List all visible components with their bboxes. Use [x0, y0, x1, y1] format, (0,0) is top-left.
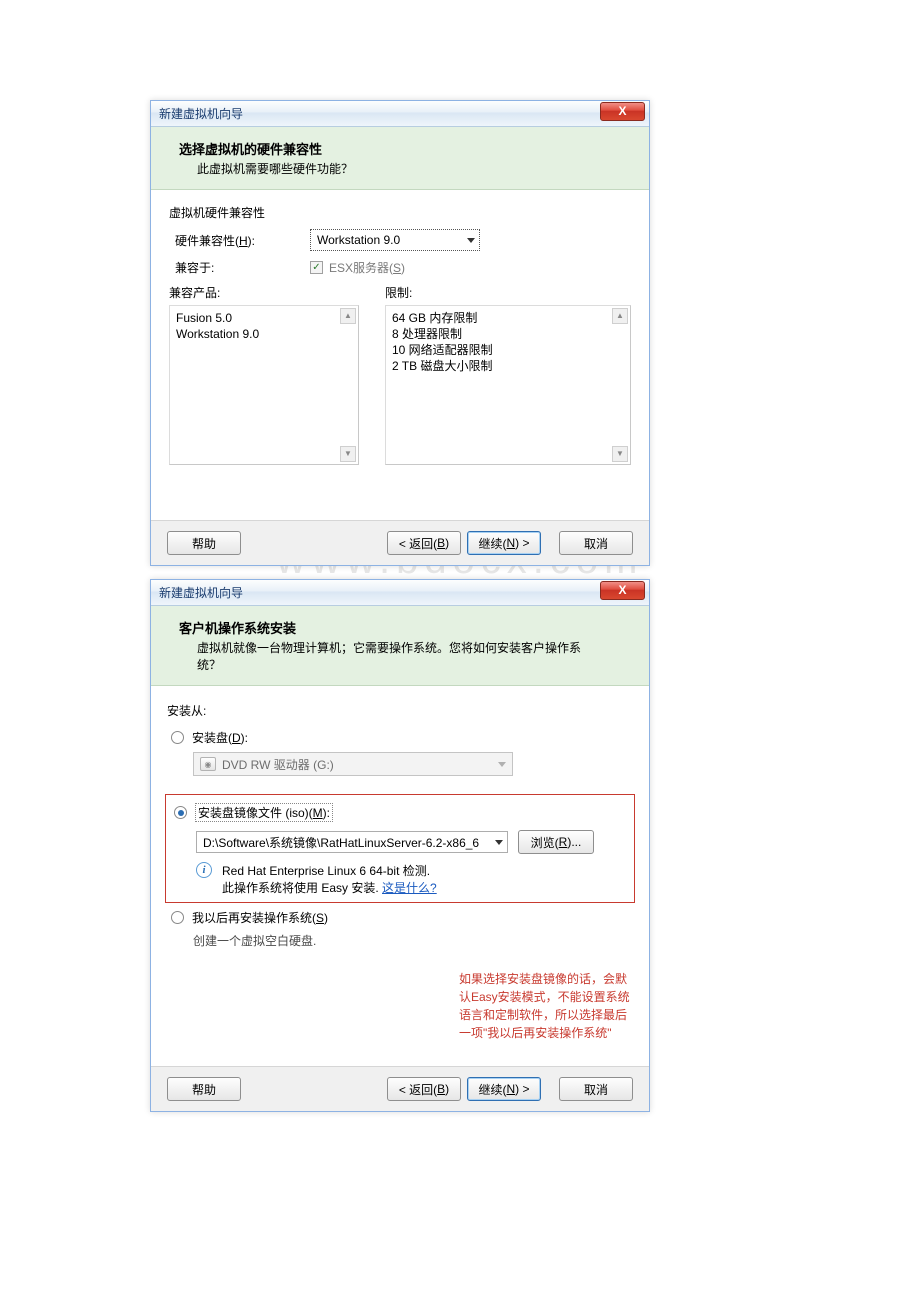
esx-server-checkbox[interactable]: ✓ ESX服务器(S)	[310, 259, 405, 276]
wizard-header: 客户机操作系统安装 虚拟机就像一台物理计算机；它需要操作系统。您将如何安装客户操…	[151, 606, 649, 686]
hardware-compat-dialog: 新建虚拟机向导 X 选择虚拟机的硬件兼容性 此虚拟机需要哪些硬件功能？ 虚拟机硬…	[150, 100, 650, 566]
install-from-label: 安装从:	[167, 702, 633, 719]
compat-products-label: 兼容产品:	[169, 284, 359, 301]
install-iso-radio[interactable]: 安装盘镜像文件 (iso)(M):	[174, 803, 626, 822]
section-label: 虚拟机硬件兼容性	[169, 204, 631, 221]
drive-select[interactable]: ◉ DVD RW 驱动器 (G:)	[193, 752, 513, 776]
help-button[interactable]: 帮助	[167, 531, 241, 555]
list-item: 10 网络适配器限制	[392, 342, 624, 358]
compat-with-label: 兼容于:	[175, 259, 310, 276]
list-item: Fusion 5.0	[176, 310, 352, 326]
guest-os-install-dialog: 新建虚拟机向导 X 客户机操作系统安装 虚拟机就像一台物理计算机；它需要操作系统…	[150, 579, 650, 1112]
help-button[interactable]: 帮助	[167, 1077, 241, 1101]
annotation-note: 如果选择安装盘镜像的话，会默认Easy安装模式，不能设置系统语言和定制软件，所以…	[459, 970, 635, 1042]
wizard-title: 客户机操作系统安装	[179, 618, 633, 637]
install-later-radio[interactable]: 我以后再安装操作系统(S)	[171, 909, 629, 926]
cancel-button[interactable]: 取消	[559, 1077, 633, 1101]
radio-icon	[171, 731, 184, 744]
drive-value: DVD RW 驱动器 (G:)	[222, 756, 484, 773]
close-button[interactable]: X	[600, 581, 645, 600]
list-item: 2 TB 磁盘大小限制	[392, 358, 624, 374]
list-item: Workstation 9.0	[176, 326, 352, 342]
radio-icon	[171, 911, 184, 924]
window-title: 新建虚拟机向导	[159, 584, 600, 601]
chevron-down-icon	[467, 238, 475, 243]
chevron-down-icon	[498, 762, 506, 767]
install-disk-label: 安装盘(D):	[192, 729, 248, 746]
iso-path-combo[interactable]: D:\Software\系统镜像\RatHatLinuxServer-6.2-x…	[196, 831, 508, 853]
hw-compat-value: Workstation 9.0	[317, 233, 400, 247]
titlebar[interactable]: 新建虚拟机向导 X	[151, 101, 649, 127]
install-later-desc: 创建一个虚拟空白硬盘.	[193, 932, 635, 949]
titlebar[interactable]: 新建虚拟机向导 X	[151, 580, 649, 606]
hw-compat-select[interactable]: Workstation 9.0	[310, 229, 480, 251]
install-disk-radio[interactable]: 安装盘(D):	[171, 729, 629, 746]
window-title: 新建虚拟机向导	[159, 105, 600, 122]
back-button[interactable]: < 返回(B)	[387, 531, 461, 555]
scroll-down-icon[interactable]: ▼	[340, 446, 356, 462]
wizard-body: 安装从: 安装盘(D): ◉ DVD RW 驱动器 (G:) 安装盘	[151, 686, 649, 1066]
install-later-label: 我以后再安装操作系统(S)	[192, 909, 328, 926]
scroll-up-icon[interactable]: ▲	[612, 308, 628, 324]
iso-section-highlight: 安装盘镜像文件 (iso)(M): D:\Software\系统镜像\RatHa…	[165, 794, 635, 903]
cancel-button[interactable]: 取消	[559, 531, 633, 555]
esx-label: ESX服务器(S)	[329, 259, 405, 276]
checkbox-icon: ✓	[310, 261, 323, 274]
wizard-footer: 帮助 < 返回(B) 继续(N) > 取消	[151, 1066, 649, 1111]
radio-icon	[174, 806, 187, 819]
wizard-header: 选择虚拟机的硬件兼容性 此虚拟机需要哪些硬件功能？	[151, 127, 649, 190]
back-button[interactable]: < 返回(B)	[387, 1077, 461, 1101]
compat-products-list[interactable]: Fusion 5.0 Workstation 9.0 ▲ ▼	[169, 305, 359, 465]
list-item: 8 处理器限制	[392, 326, 624, 342]
wizard-footer: 帮助 < 返回(B) 继续(N) > 取消	[151, 520, 649, 565]
scroll-down-icon[interactable]: ▼	[612, 446, 628, 462]
info-icon: i	[196, 862, 212, 878]
dvd-drive-icon: ◉	[200, 757, 216, 771]
iso-path-value: D:\Software\系统镜像\RatHatLinuxServer-6.2-x…	[203, 834, 479, 851]
wizard-subtitle: 此虚拟机需要哪些硬件功能？	[179, 160, 599, 177]
next-button[interactable]: 继续(N) >	[467, 531, 541, 555]
wizard-body: 虚拟机硬件兼容性 硬件兼容性(H): Workstation 9.0 兼容于: …	[151, 190, 649, 520]
wizard-title: 选择虚拟机的硬件兼容性	[179, 139, 633, 158]
detection-text: Red Hat Enterprise Linux 6 64-bit 检测. 此操…	[222, 862, 437, 896]
limits-label: 限制:	[385, 284, 631, 301]
scroll-up-icon[interactable]: ▲	[340, 308, 356, 324]
install-iso-label: 安装盘镜像文件 (iso)(M):	[195, 803, 333, 822]
hw-compat-label: 硬件兼容性(H):	[175, 232, 310, 249]
list-item: 64 GB 内存限制	[392, 310, 624, 326]
browse-button[interactable]: 浏览(R)...	[518, 830, 594, 854]
chevron-down-icon	[495, 840, 503, 845]
limits-list[interactable]: 64 GB 内存限制 8 处理器限制 10 网络适配器限制 2 TB 磁盘大小限…	[385, 305, 631, 465]
close-button[interactable]: X	[600, 102, 645, 121]
whats-this-link[interactable]: 这是什么?	[382, 881, 437, 895]
wizard-subtitle: 虚拟机就像一台物理计算机；它需要操作系统。您将如何安装客户操作系统？	[179, 639, 599, 673]
next-button[interactable]: 继续(N) >	[467, 1077, 541, 1101]
